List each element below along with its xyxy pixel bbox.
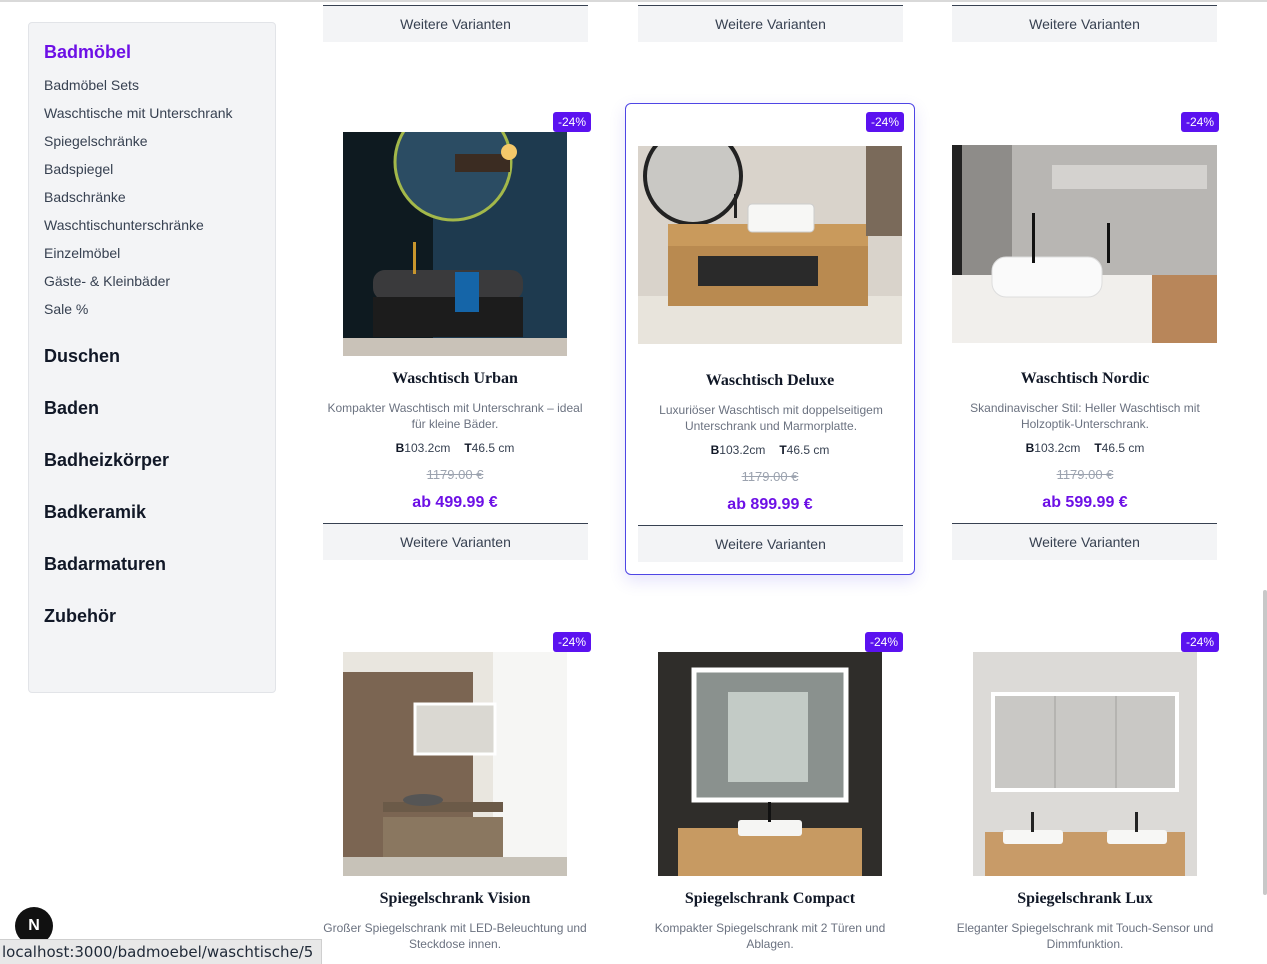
depth-label: T [1094,441,1102,455]
discount-badge: -24% [553,632,592,652]
category-sidebar: Badmöbel Badmöbel Sets Waschtische mit U… [28,22,276,693]
browser-top-border [0,0,1267,2]
depth-value: 46.5 cm [471,441,515,455]
product-image[interactable] [638,146,902,344]
subcategory-item[interactable]: Waschtischunterschränke [44,216,233,244]
subcategory-list: Badmöbel Sets Waschtische mit Unterschra… [44,76,233,328]
subcategory-item[interactable]: Einzelmöbel [44,244,233,272]
width-label: B [1025,441,1035,455]
variants-button[interactable]: Weitere Varianten [952,523,1217,560]
product-card[interactable]: -24% Spiegelschrank Lux Eleganter Spiege… [940,624,1230,963]
sidebar-active-category[interactable]: Badmöbel [44,42,131,63]
subcategory-item[interactable]: Sale % [44,300,233,328]
subcategory-item[interactable]: Gäste- & Kleinbäder [44,272,233,300]
product-dimensions: B103.2cm T46.5 cm [940,441,1230,455]
product-title[interactable]: Waschtisch Urban [310,370,600,388]
discount-badge: -24% [1181,632,1220,652]
product-title[interactable]: Spiegelschrank Vision [310,890,600,908]
link-status-bar: localhost:3000/badmoebel/waschtische/5 [0,939,323,964]
variants-button[interactable]: Weitere Varianten [323,523,588,560]
discount-badge: -24% [866,112,905,132]
product-image[interactable] [343,132,567,356]
discount-badge: -24% [553,112,592,132]
variants-button[interactable]: Weitere Varianten [323,5,588,42]
page-scrollbar[interactable] [1263,590,1267,895]
product-title[interactable]: Spiegelschrank Compact [625,890,915,908]
category-item[interactable]: Duschen [44,345,169,397]
subcategory-item[interactable]: Badschränke [44,188,233,216]
product-title[interactable]: Spiegelschrank Lux [940,890,1230,908]
category-list: Duschen Baden Badheizkörper Badkeramik B… [44,345,169,657]
subcategory-item[interactable]: Waschtische mit Unterschrank [44,104,233,132]
subcategory-item[interactable]: Badmöbel Sets [44,76,233,104]
product-dimensions: B103.2cm T46.5 cm [310,441,600,455]
current-price: ab 499.99 € [412,494,498,511]
product-title[interactable]: Waschtisch Deluxe [626,372,914,390]
product-description: Luxuriöser Waschtisch mit doppelseitigem… [659,403,883,433]
product-dimensions: B103.2cm T46.5 cm [626,443,914,457]
depth-value: 46.5 cm [786,443,830,457]
product-card-selected[interactable]: -24% Waschtisch Deluxe Luxuriöser Wascht… [625,103,915,575]
variants-button[interactable]: Weitere Varianten [952,5,1217,42]
category-item[interactable]: Badarmaturen [44,553,169,605]
product-card[interactable]: -24% Spiegelschrank Vision Großer Spiege… [310,624,600,963]
width-label: B [395,441,405,455]
product-description: Eleganter Spiegelschrank mit Touch-Senso… [956,921,1214,951]
current-price: ab 599.99 € [1042,494,1128,511]
product-description: Kompakter Waschtisch mit Unterschrank – … [327,401,583,431]
subcategory-item[interactable]: Spiegelschränke [44,132,233,160]
old-price: 1179.00 € [1056,467,1114,482]
product-image[interactable] [343,652,567,876]
product-description: Skandinavischer Stil: Heller Waschtisch … [970,401,1200,431]
category-item[interactable]: Zubehör [44,605,169,657]
product-description: Großer Spiegelschrank mit LED-Beleuchtun… [323,921,587,951]
product-description: Kompakter Spiegelschrank mit 2 Türen und… [654,921,886,951]
depth-label: T [464,441,472,455]
category-item[interactable]: Badkeramik [44,501,169,553]
discount-badge: -24% [865,632,904,652]
product-image[interactable] [658,652,882,876]
variants-button[interactable]: Weitere Varianten [638,525,903,562]
product-image[interactable] [973,652,1197,876]
width-value: 103.2cm [404,441,451,455]
subcategory-item[interactable]: Badspiegel [44,160,233,188]
product-card[interactable]: -24% Waschtisch Urban Kompakter Waschtis… [310,104,600,574]
depth-label: T [779,443,787,457]
width-label: B [710,443,720,457]
width-value: 103.2cm [719,443,766,457]
product-title[interactable]: Waschtisch Nordic [940,370,1230,388]
current-price: ab 899.99 € [727,496,813,513]
discount-badge: -24% [1181,112,1220,132]
product-card[interactable]: -24% Spiegelschrank Compact Kompakter Sp… [625,624,915,963]
old-price: 1179.00 € [741,469,799,484]
product-image[interactable] [952,145,1217,343]
category-item[interactable]: Baden [44,397,169,449]
category-item[interactable]: Badheizkörper [44,449,169,501]
product-card[interactable]: -24% Waschtisch Nordic Skandinavischer S… [940,104,1230,574]
old-price: 1179.00 € [426,467,484,482]
variants-button[interactable]: Weitere Varianten [638,5,903,42]
width-value: 103.2cm [1034,441,1081,455]
depth-value: 46.5 cm [1101,441,1145,455]
